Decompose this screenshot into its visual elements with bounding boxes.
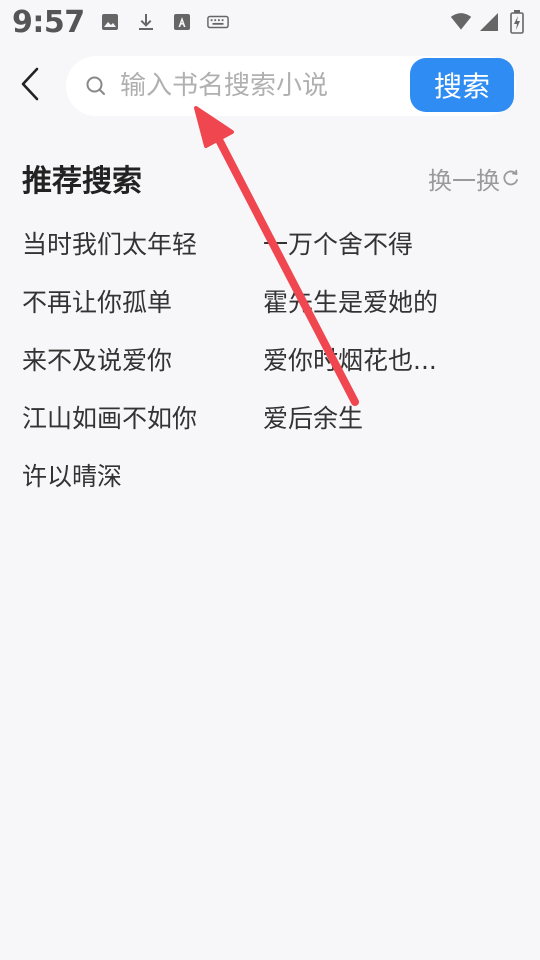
recommend-item[interactable]: 不再让你孤单: [22, 272, 263, 330]
battery-icon: [506, 10, 528, 34]
status-left: 9:57: [12, 5, 229, 40]
back-button[interactable]: [0, 56, 60, 116]
search-input[interactable]: [120, 71, 400, 101]
search-header: 搜索: [0, 56, 540, 116]
recommend-item[interactable]: 许以晴深: [22, 446, 263, 504]
recommend-item[interactable]: 来不及说爱你: [22, 330, 263, 388]
search-icon: [84, 74, 108, 98]
recommend-item[interactable]: 霍先生是爱她的: [263, 272, 504, 330]
font-icon: [171, 11, 193, 33]
refresh-icon: [502, 169, 520, 187]
search-button[interactable]: 搜索: [410, 58, 514, 112]
refresh-button[interactable]: 换一换: [428, 161, 520, 196]
status-bar: 9:57: [0, 0, 540, 44]
recommend-item[interactable]: 当时我们太年轻: [22, 214, 263, 272]
recommend-item[interactable]: 爱你时烟花也...: [263, 330, 504, 388]
wifi-icon: [450, 11, 472, 33]
recommend-item[interactable]: 江山如画不如你: [22, 388, 263, 446]
recommend-list: 当时我们太年轻 一万个舍不得 不再让你孤单 霍先生是爱她的 来不及说爱你 爱你时…: [22, 214, 520, 504]
status-time: 9:57: [12, 4, 85, 40]
refresh-label: 换一换: [428, 166, 500, 195]
status-right: [450, 10, 528, 34]
recommend-item[interactable]: 一万个舍不得: [263, 214, 504, 272]
download-icon: [135, 11, 157, 33]
recommend-header: 推荐搜索 换一换: [22, 156, 520, 200]
search-box[interactable]: 搜索: [66, 56, 516, 116]
keyboard-icon: [206, 11, 229, 33]
recommend-title: 推荐搜索: [22, 164, 142, 199]
signal-icon: [478, 11, 500, 33]
image-icon: [99, 11, 121, 33]
chevron-left-icon: [19, 67, 41, 105]
recommend-item[interactable]: 爱后余生: [263, 388, 504, 446]
